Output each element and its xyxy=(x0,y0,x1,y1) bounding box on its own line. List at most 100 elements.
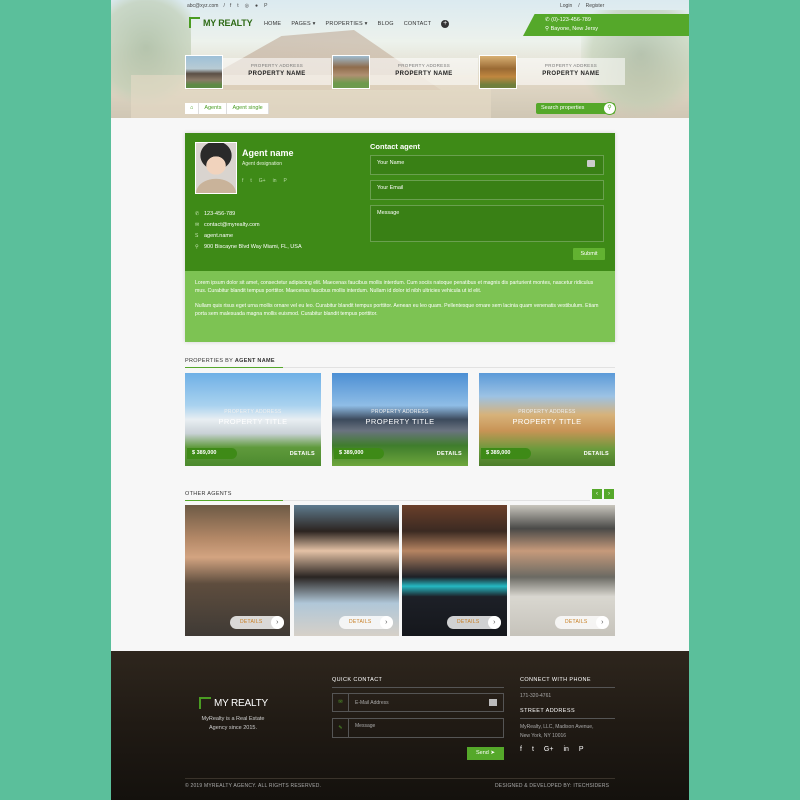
twitter-icon[interactable]: t xyxy=(237,3,238,9)
agent-details-button[interactable]: DETAILS › xyxy=(339,616,393,629)
featured-name: PROPERTY NAME xyxy=(248,71,306,77)
agent-details-button[interactable]: DETAILS › xyxy=(447,616,501,629)
logo[interactable]: MY REALTY xyxy=(189,17,253,28)
twitter-icon[interactable]: t xyxy=(250,178,251,184)
footer-email-field[interactable]: ✉ E-Mail Address xyxy=(332,693,504,712)
pinterest-icon[interactable]: P xyxy=(264,3,267,9)
facebook-icon[interactable]: f xyxy=(230,3,231,9)
agent-tile[interactable]: DETAILS › xyxy=(185,505,290,636)
featured-info: PROPERTY ADDRESS PROPERTY NAME xyxy=(517,58,625,85)
footer-logo-text: MY REALTY xyxy=(214,697,268,709)
email-field[interactable]: Your Email xyxy=(370,180,604,200)
facebook-icon[interactable]: f xyxy=(242,178,243,184)
send-button[interactable]: Send ➤ xyxy=(467,747,504,760)
name-placeholder: Your Name xyxy=(377,160,405,166)
topbar-email[interactable]: abc@xyz.com xyxy=(187,3,218,9)
name-field[interactable]: Your Name xyxy=(370,155,604,175)
featured-property[interactable]: PROPERTY ADDRESS PROPERTY NAME xyxy=(185,55,331,89)
property-label: PROPERTY ADDRESS PROPERTY TITLE xyxy=(479,409,615,426)
featured-name: PROPERTY NAME xyxy=(542,71,600,77)
add-icon[interactable]: + xyxy=(441,20,450,28)
footer-divider xyxy=(332,687,504,688)
pinterest-icon[interactable]: P xyxy=(579,746,584,753)
agent-name: Agent name xyxy=(242,148,294,158)
property-card[interactable]: PROPERTY ADDRESS PROPERTY TITLE $ 389,00… xyxy=(185,373,321,466)
agent-tile[interactable]: DETAILS › xyxy=(510,505,615,636)
featured-property[interactable]: PROPERTY ADDRESS PROPERTY NAME xyxy=(332,55,478,89)
nav-pages[interactable]: PAGES ▾ xyxy=(291,21,315,28)
envelope-icon: ✉ xyxy=(333,694,349,711)
keyboard-icon xyxy=(489,699,497,706)
chevron-right-icon[interactable]: › xyxy=(604,489,614,499)
property-card[interactable]: PROPERTY ADDRESS PROPERTY TITLE $ 389,00… xyxy=(332,373,468,466)
arrow-right-icon: › xyxy=(271,616,284,629)
property-address: PROPERTY ADDRESS xyxy=(518,409,576,415)
instagram-icon[interactable]: ◎ xyxy=(245,3,249,9)
google-plus-icon[interactable]: G+ xyxy=(544,746,554,753)
header-phone[interactable]: ✆ (0)-123-456-789 xyxy=(545,16,689,25)
properties-title-bold: AGENT NAME xyxy=(234,358,275,364)
footer-social: f t G+ in P xyxy=(520,746,584,753)
agent-details-button[interactable]: DETAILS › xyxy=(555,616,609,629)
footer-street-line: MyRealty, LLC, Madison Avenue, xyxy=(520,724,594,730)
footer-logo[interactable]: MY REALTY xyxy=(199,697,268,709)
properties-section-title: PROPERTIES BY AGENT NAME xyxy=(185,358,275,364)
footer-divider xyxy=(520,687,615,688)
property-details-link[interactable]: DETAILS xyxy=(584,451,609,457)
nav-blog[interactable]: BLOG xyxy=(378,21,394,28)
home-icon[interactable]: ⌂ xyxy=(185,103,200,114)
street-address-title: STREET ADDRESS xyxy=(520,708,576,714)
featured-property[interactable]: PROPERTY ADDRESS PROPERTY NAME xyxy=(479,55,625,89)
breadcrumb-agents[interactable]: Agents xyxy=(199,103,228,114)
submit-button[interactable]: Submit xyxy=(573,248,605,260)
nav-properties[interactable]: PROPERTIES ▾ xyxy=(326,21,368,28)
credits[interactable]: DESIGNED & DEVELOPED BY: ITECHSIDERS xyxy=(495,783,609,789)
login-link[interactable]: Login xyxy=(560,3,572,9)
search-properties-button[interactable]: Search properties ⚲ xyxy=(536,102,616,115)
envelope-icon: ✉ xyxy=(195,221,200,228)
nav-home[interactable]: HOME xyxy=(264,21,281,28)
dribbble-icon[interactable]: ● xyxy=(255,3,258,9)
email-placeholder: Your Email xyxy=(377,185,404,191)
property-card[interactable]: PROPERTY ADDRESS PROPERTY TITLE $ 389,00… xyxy=(479,373,615,466)
property-label: PROPERTY ADDRESS PROPERTY TITLE xyxy=(185,409,321,426)
arrow-right-icon: › xyxy=(488,616,501,629)
topbar-social: f t ◎ ● P xyxy=(230,3,268,9)
property-details-link[interactable]: DETAILS xyxy=(290,451,315,457)
footer-message-field[interactable]: ✎ Message xyxy=(332,718,504,738)
property-title: PROPERTY TITLE xyxy=(512,417,582,426)
agent-card: Agent name Agent designation f t G+ in P… xyxy=(185,133,615,342)
agent-email[interactable]: contact@myrealty.com xyxy=(204,222,260,228)
linkedin-icon[interactable]: in xyxy=(273,178,277,184)
property-address: PROPERTY ADDRESS xyxy=(224,409,282,415)
arrow-right-icon: › xyxy=(596,616,609,629)
linkedin-icon[interactable]: in xyxy=(563,746,568,753)
message-field[interactable]: Message xyxy=(370,205,604,242)
agent-details-button[interactable]: DETAILS › xyxy=(230,616,284,629)
agent-tile[interactable]: DETAILS › xyxy=(294,505,399,636)
search-icon[interactable]: ⚲ xyxy=(603,102,616,115)
pinterest-icon[interactable]: P xyxy=(284,178,287,184)
header-contact-bar: ✆ (0)-123-456-789 ⚲ Bayone, New Jersy xyxy=(523,14,689,36)
property-details-link[interactable]: DETAILS xyxy=(437,451,462,457)
facebook-icon[interactable]: f xyxy=(520,746,522,753)
twitter-icon[interactable]: t xyxy=(532,746,534,753)
hero-header: abc@xyz.com / f t ◎ ● P Login / Register… xyxy=(111,0,689,118)
breadcrumb-agent-single: Agent single xyxy=(227,103,269,114)
register-link[interactable]: Register xyxy=(586,3,605,9)
nav-contact[interactable]: CONTACT xyxy=(404,21,432,28)
agent-tile[interactable]: DETAILS › xyxy=(402,505,507,636)
chevron-left-icon[interactable]: ‹ xyxy=(592,489,602,499)
footer-message-placeholder: Message xyxy=(355,723,376,729)
footer-email-placeholder: E-Mail Address xyxy=(355,700,389,706)
properties-title-prefix: PROPERTIES BY xyxy=(185,358,235,364)
topbar: abc@xyz.com / f t ◎ ● P xyxy=(187,3,267,9)
agent-phone[interactable]: 123-456-789 xyxy=(204,211,235,217)
agent-skype[interactable]: agent.name xyxy=(204,233,233,239)
header-location: ⚲ Bayone, New Jersy xyxy=(545,26,598,32)
agent-photo xyxy=(195,142,237,194)
agent-card-top: Agent name Agent designation f t G+ in P… xyxy=(185,133,615,271)
footer-phone[interactable]: 171-320-4761 xyxy=(520,692,551,701)
property-title: PROPERTY TITLE xyxy=(365,417,435,426)
google-plus-icon[interactable]: G+ xyxy=(259,178,266,184)
